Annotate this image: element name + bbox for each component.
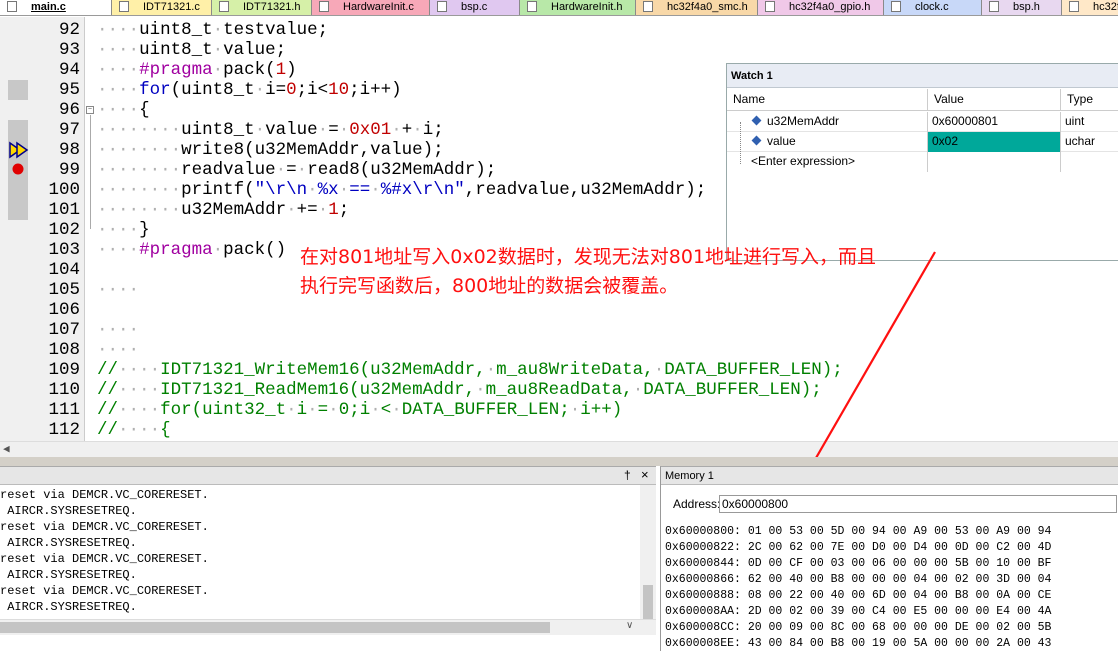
chevron-down-icon[interactable]: ∨ — [626, 620, 633, 631]
memory-row[interactable]: 0x60000844: 0D 00 CF 00 03 00 06 00 00 0… — [665, 555, 1051, 572]
memory-row[interactable]: 0x60000866: 62 00 40 00 B8 00 00 00 04 0… — [665, 571, 1051, 588]
pin-icon[interactable]: † — [624, 468, 631, 482]
memory-title: Memory 1 — [661, 467, 1118, 485]
scroll-thumb[interactable] — [0, 622, 550, 633]
output-vertical-scrollbar[interactable] — [640, 485, 656, 635]
output-line: reset via DEMCR.VC_CORERESET. — [0, 552, 209, 566]
address-input[interactable]: 0x60000800 — [719, 495, 1117, 513]
memory-row[interactable]: 0x60000888: 08 00 22 00 40 00 6D 00 04 0… — [665, 587, 1051, 604]
memory-row[interactable]: 0x600008AA: 2D 00 02 00 39 00 C4 00 E5 0… — [665, 603, 1051, 620]
memory-window: Memory 1 Address: 0x60000800 0x60000800:… — [660, 466, 1118, 651]
pane-splitter[interactable] — [0, 457, 1118, 466]
output-horizontal-scrollbar[interactable]: ∨ — [0, 619, 656, 635]
memory-row[interactable]: 0x600008CC: 20 00 09 00 8C 00 68 00 00 0… — [665, 619, 1051, 636]
memory-row[interactable]: 0x600008EE: 43 00 84 00 B8 00 19 00 5A 0… — [665, 635, 1051, 651]
output-line: AIRCR.SYSRESETREQ. — [0, 536, 137, 550]
command-output-pane: † × reset via DEMCR.VC_CORERESET. AIRCR.… — [0, 466, 656, 651]
address-label: Address: — [673, 497, 721, 511]
output-header: † × — [0, 467, 656, 485]
output-line: AIRCR.SYSRESETREQ. — [0, 600, 137, 614]
scroll-thumb[interactable] — [643, 585, 653, 621]
memory-row[interactable]: 0x60000822: 2C 00 62 00 7E 00 D0 00 D4 0… — [665, 539, 1051, 556]
output-line: reset via DEMCR.VC_CORERESET. — [0, 584, 209, 598]
output-line: reset via DEMCR.VC_CORERESET. — [0, 488, 209, 502]
output-line: reset via DEMCR.VC_CORERESET. — [0, 520, 209, 534]
memory-row[interactable]: 0x60000800: 01 00 53 00 5D 00 94 00 A9 0… — [665, 523, 1051, 540]
output-line: AIRCR.SYSRESETREQ. — [0, 568, 137, 582]
output-line: AIRCR.SYSRESETREQ. — [0, 504, 137, 518]
close-icon[interactable]: × — [641, 467, 649, 482]
